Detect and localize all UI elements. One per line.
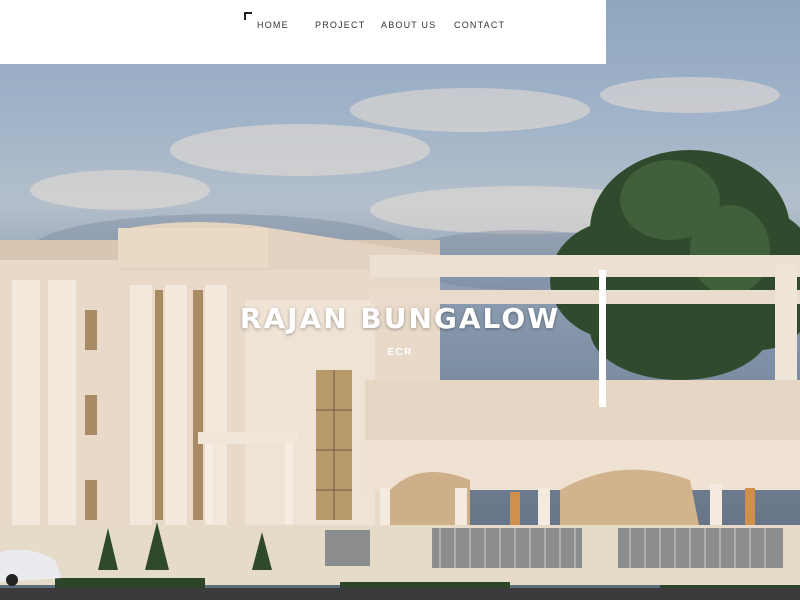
- hero-subtitle: ECR: [387, 347, 413, 358]
- hero-title: RAJAN BUNGALOW: [239, 302, 561, 335]
- nav-project-link[interactable]: PROJECT: [315, 20, 365, 30]
- nav-home-link[interactable]: HOME: [257, 20, 289, 30]
- nav-contact-link[interactable]: CONTACT: [454, 20, 505, 30]
- corner-logo-mark: [244, 12, 252, 20]
- hero-background-image: [0, 77, 800, 600]
- hero-accent-bar: [599, 270, 606, 407]
- top-navbar: HOME PROJECT ABOUT US CONTACT: [0, 0, 606, 64]
- hero-title-block: RAJAN BUNGALOW ECR: [220, 302, 580, 358]
- hero-section: [0, 0, 800, 600]
- nav-about-us-link[interactable]: ABOUT US: [381, 20, 436, 30]
